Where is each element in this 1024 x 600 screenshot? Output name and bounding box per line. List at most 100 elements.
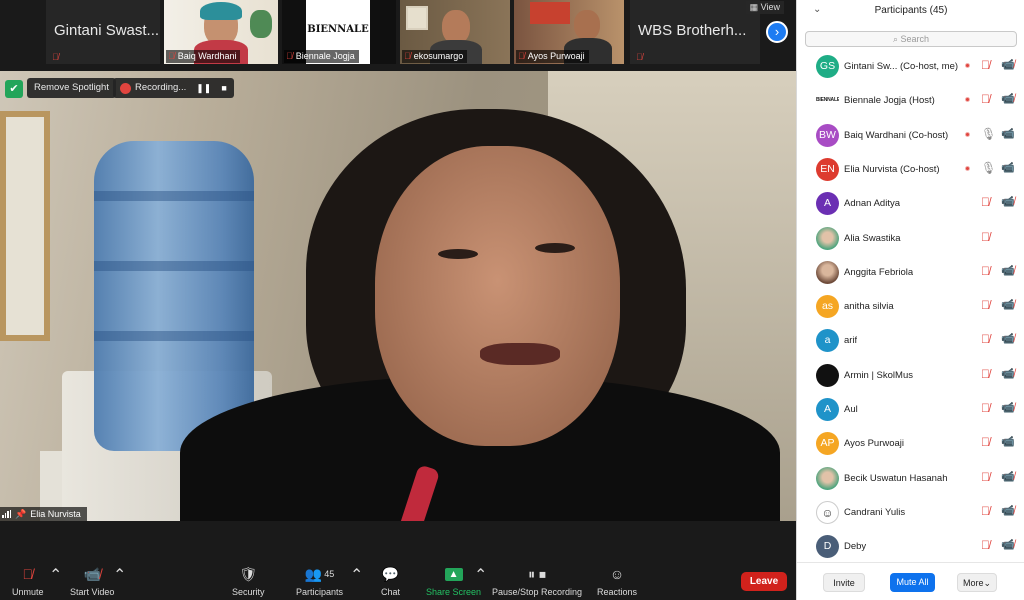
participant-row[interactable]: ☺ Candrani Yulis 🎙̸ 📹̸ — [797, 496, 1024, 530]
participant-name: Armin | SkolMus — [844, 369, 913, 381]
thumbnail-tile[interactable]: 🎙̸ Ayos Purwoaji — [514, 0, 624, 64]
view-button[interactable]: ▦ View — [745, 1, 784, 14]
participant-row[interactable]: Alia Swastika 🎙̸ — [797, 222, 1024, 256]
mic-muted-icon: 🎙̸ — [404, 51, 411, 61]
video-off-icon[interactable]: 📹̸ — [1001, 298, 1015, 312]
mic-muted-icon[interactable]: 🎙̸ — [981, 332, 990, 346]
video-off-icon[interactable]: 📹̸ — [1001, 367, 1015, 381]
video-icon[interactable]: 📹 — [1001, 435, 1015, 449]
thumbnail-name: Gintani Swast... — [54, 22, 160, 39]
participant-video — [574, 10, 600, 40]
participant-row[interactable]: BIENNALE Biennale Jogja (Host) 🎙̸ 📹̸ — [797, 84, 1024, 118]
video-off-icon[interactable]: 📹̸ — [1001, 264, 1015, 278]
pause-stop-recording-button[interactable]: ⏸ ⏹ Pause/Stop Recording — [492, 565, 582, 597]
video-off-icon[interactable]: 📹̸ — [1001, 470, 1015, 484]
start-video-button[interactable]: 📹̸ Start Video — [70, 565, 114, 597]
video-off-icon[interactable]: 📹̸ — [1001, 538, 1015, 552]
video-options-caret-icon[interactable]: ⌃ — [113, 565, 126, 585]
participant-row[interactable]: BW Baiq Wardhani (Co-host) 🎙 📹 — [797, 119, 1024, 153]
share-screen-button[interactable]: ▲ Share Screen — [426, 565, 481, 597]
participant-name: Candrani Yulis — [844, 506, 906, 518]
video-off-icon[interactable]: 📹̸ — [1001, 58, 1015, 72]
video-off-icon[interactable]: 📹̸ — [1001, 332, 1015, 346]
participant-name: Deby — [844, 541, 867, 553]
avatar: a — [816, 329, 839, 353]
participant-row[interactable]: A Aul 🎙̸ 📹̸ — [797, 393, 1024, 427]
video-icon[interactable]: 📹 — [1001, 127, 1015, 141]
video-off-icon: 📹̸ — [83, 566, 101, 582]
recording-indicator-icon — [965, 63, 970, 68]
remove-spotlight-button[interactable]: Remove Spotlight — [27, 78, 116, 98]
mic-muted-icon[interactable]: 🎙̸ — [981, 230, 990, 244]
more-button[interactable]: More⌄ — [957, 573, 997, 592]
stop-recording-icon[interactable]: ■ — [221, 78, 226, 98]
audio-options-caret-icon[interactable]: ⌃ — [49, 565, 62, 585]
panel-footer: Invite Mute All More⌄ — [797, 562, 1024, 600]
mic-muted-icon[interactable]: 🎙̸ — [981, 504, 990, 518]
mic-icon[interactable]: 🎙 — [981, 127, 996, 141]
mic-icon[interactable]: 🎙 — [981, 161, 996, 175]
mic-muted-icon[interactable]: 🎙̸ — [981, 435, 990, 449]
avatar: EN — [816, 157, 839, 181]
pause-recording-icon[interactable]: ❚❚ — [196, 78, 211, 98]
security-button[interactable]: 🛡 Security — [232, 565, 265, 597]
mic-muted-icon[interactable]: 🎙̸ — [981, 538, 990, 552]
security-label: Security — [232, 587, 265, 597]
encryption-shield-icon[interactable]: ✔ — [5, 80, 23, 98]
video-off-icon[interactable]: 📹̸ — [1001, 92, 1015, 106]
chevron-right-icon: › — [774, 24, 780, 39]
participant-video — [442, 10, 470, 44]
unmute-label: Unmute — [12, 587, 44, 597]
participants-button[interactable]: 👥 45 Participants — [296, 565, 343, 597]
participant-row[interactable]: GS Gintani Sw... (Co-host, me) 🎙̸ 📹̸ — [797, 50, 1024, 84]
wall-picture — [406, 6, 428, 30]
participant-row[interactable]: Becik Uswatun Hasanah 🎙̸ 📹̸ — [797, 462, 1024, 496]
leave-button[interactable]: Leave — [741, 572, 787, 591]
panel-title: Participants (45) — [874, 5, 948, 16]
participant-row[interactable]: D Deby 🎙̸ 📹̸ — [797, 530, 1024, 562]
mic-muted-icon[interactable]: 🎙̸ — [981, 298, 990, 312]
thumbnail-tile[interactable]: BIENNALE 🎙̸ Biennale Jogja — [282, 0, 396, 64]
mic-muted-icon[interactable]: 🎙̸ — [981, 470, 990, 484]
participant-search-input[interactable]: ⌕ Search — [805, 31, 1017, 47]
participant-name: anitha silvia — [844, 301, 894, 313]
participant-row[interactable]: a arif 🎙̸ 📹̸ — [797, 324, 1024, 358]
mic-muted-icon[interactable]: 🎙̸ — [981, 195, 990, 209]
participant-row[interactable]: EN Elia Nurvista (Co-host) 🎙 📹 — [797, 153, 1024, 187]
mic-muted-icon: 🎙̸ — [22, 566, 34, 582]
unmute-button[interactable]: 🎙̸ Unmute — [12, 565, 44, 597]
thumbnail-name: Baiq Wardhani — [177, 51, 237, 61]
participant-row[interactable]: Anggita Febriola 🎙̸ 📹̸ — [797, 256, 1024, 290]
video-off-icon[interactable]: 📹̸ — [1001, 401, 1015, 415]
video-off-icon[interactable]: 📹̸ — [1001, 504, 1015, 518]
pin-icon: 📌 — [15, 509, 27, 519]
participant-row[interactable]: AP Ayos Purwoaji 🎙̸ 📹 — [797, 427, 1024, 461]
zoom-window: Gintani Swast... 🎙̸ 🎙̸ Baiq Wardhani BIEN… — [0, 0, 1024, 600]
chevron-down-icon: ⌄ — [983, 578, 992, 588]
participant-row[interactable]: Armin | SkolMus 🎙̸ 📹̸ — [797, 359, 1024, 393]
mic-muted-icon[interactable]: 🎙̸ — [981, 401, 990, 415]
share-options-caret-icon[interactable]: ⌃ — [474, 565, 487, 585]
thumbnail-tile[interactable]: Gintani Swast... 🎙̸ — [46, 0, 160, 64]
mute-all-button[interactable]: Mute All — [890, 573, 935, 592]
mic-muted-icon[interactable]: 🎙̸ — [981, 58, 990, 72]
next-page-button[interactable]: › — [766, 21, 788, 43]
thumbnail-tile[interactable]: 🎙̸ Baiq Wardhani — [164, 0, 278, 64]
video-icon[interactable]: 📹 — [1001, 161, 1015, 175]
participants-caret-icon[interactable]: ⌃ — [350, 565, 363, 585]
mic-muted-icon: 🎙̸ — [518, 51, 525, 61]
reactions-button[interactable]: ☺ Reactions — [597, 565, 637, 597]
plant-decor — [250, 10, 272, 38]
thumbnail-tile[interactable]: WBS Brotherh... 🎙̸ — [630, 0, 760, 64]
mic-muted-icon[interactable]: 🎙̸ — [981, 367, 990, 381]
mic-muted-icon[interactable]: 🎙̸ — [981, 264, 990, 278]
video-off-icon[interactable]: 📹̸ — [1001, 195, 1015, 209]
mic-muted-icon[interactable]: 🎙̸ — [981, 92, 990, 106]
participant-row[interactable]: as anitha silvia 🎙̸ 📹̸ — [797, 290, 1024, 324]
participant-row[interactable]: A Adnan Aditya 🎙̸ 📹̸ — [797, 187, 1024, 221]
speaker-name: Elia Nurvista — [30, 509, 81, 519]
invite-button[interactable]: Invite — [823, 573, 865, 592]
thumbnail-tile[interactable]: 🎙̸ ekosumargo — [400, 0, 510, 64]
thumbnail-name: Biennale Jogja — [295, 51, 355, 61]
chat-button[interactable]: 💬 Chat — [381, 565, 400, 597]
